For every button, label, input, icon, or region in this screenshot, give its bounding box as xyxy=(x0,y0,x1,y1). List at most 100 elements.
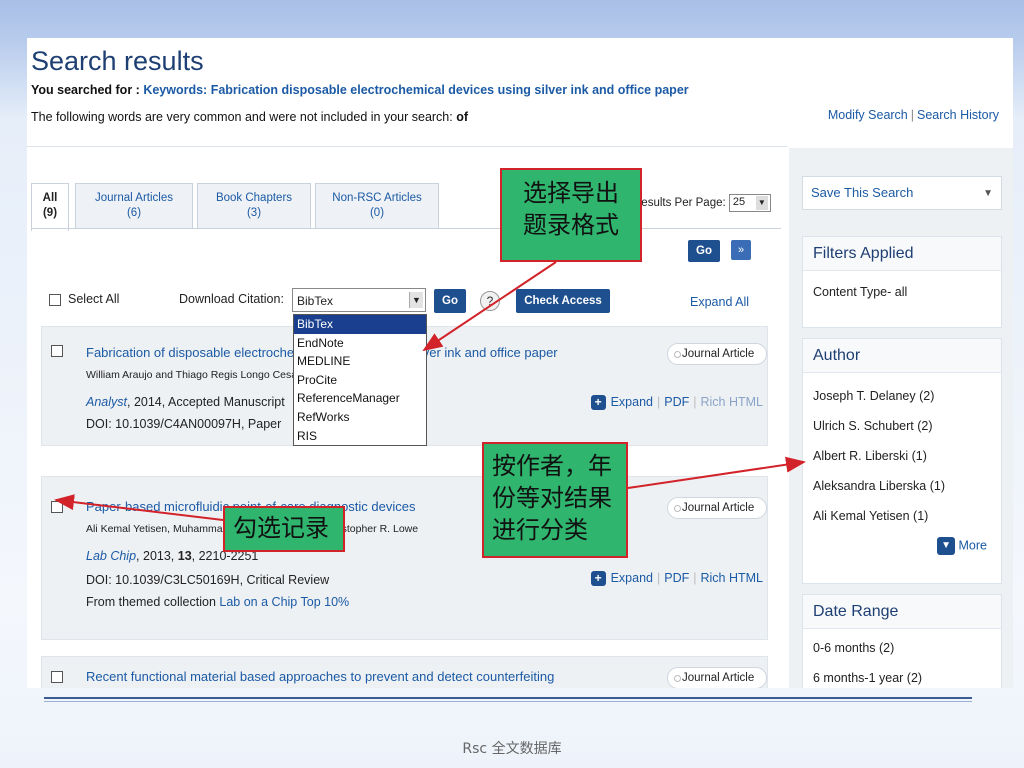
tab-all-count: (9) xyxy=(42,207,58,219)
tab-all[interactable]: All (9) xyxy=(31,183,69,231)
results-per-page: Results Per Page: 25 ▼ xyxy=(633,194,771,212)
author-filter-item[interactable]: Ulrich S. Schubert (2) xyxy=(803,411,1001,441)
citation-option-ris[interactable]: RIS xyxy=(294,427,426,446)
citation-option-medline[interactable]: MEDLINE xyxy=(294,352,426,371)
save-search-dropdown[interactable]: Save This Search ▼ xyxy=(802,176,1002,210)
select-all-checkbox[interactable] xyxy=(49,294,61,306)
result-checkbox[interactable] xyxy=(51,345,63,357)
check-access-button[interactable]: Check Access xyxy=(516,289,610,313)
result-actions: + Expand | PDF | Rich HTML xyxy=(590,571,763,587)
expand-link[interactable]: Expand xyxy=(611,395,653,409)
collection-link[interactable]: Lab on a Chip Top 10% xyxy=(219,595,349,609)
result-item: Paper-based microfluidic point-of-care d… xyxy=(41,476,768,640)
author-filter-item[interactable]: Albert R. Liberski (1) xyxy=(803,441,1001,471)
search-links: Modify Search | Search History xyxy=(828,108,999,122)
annotation-citation-format: 选择导出 题录格式 xyxy=(500,168,642,262)
action-separator: | xyxy=(693,395,697,409)
author-panel-title: Author xyxy=(803,339,1001,373)
citation-option-bibtex[interactable]: BibTex xyxy=(294,315,426,334)
annotation-citation-format-line: 题录格式 xyxy=(523,211,619,239)
annotation-citation-format-line: 选择导出 xyxy=(523,179,619,207)
result-year: , 2014, Accepted Manuscript xyxy=(127,395,285,409)
results-per-page-select[interactable]: 25 ▼ xyxy=(728,194,771,212)
annotation-sort-line: 份等对结果 xyxy=(492,484,612,512)
result-type-badge: Journal Article xyxy=(667,343,767,365)
result-collection: From themed collection Lab on a Chip Top… xyxy=(86,595,349,609)
result-checkbox[interactable] xyxy=(51,671,63,683)
searched-keywords: Keywords: Fabrication disposable electro… xyxy=(143,83,689,97)
citation-option-referencemanager[interactable]: ReferenceManager xyxy=(294,389,426,408)
tab-book-chapters-count: (3) xyxy=(246,207,262,219)
author-filter-item[interactable]: Joseph T. Delaney (2) xyxy=(803,381,1001,411)
help-icon[interactable]: ? xyxy=(480,291,500,311)
action-separator: | xyxy=(656,571,661,585)
date-filter-item[interactable]: 0-6 months (2) xyxy=(803,633,1001,663)
citation-option-endnote[interactable]: EndNote xyxy=(294,334,426,353)
expand-icon[interactable]: + xyxy=(590,571,606,587)
omitted-words-line: The following words are very common and … xyxy=(31,110,468,124)
rich-html-link[interactable]: Rich HTML xyxy=(700,571,763,585)
citation-option-refworks[interactable]: RefWorks xyxy=(294,408,426,427)
author-filter-item[interactable]: Aleksandra Liberska (1) xyxy=(803,471,1001,501)
tab-non-rsc-articles-label: Non-RSC Articles xyxy=(332,192,422,204)
tab-journal-articles-label: Journal Articles xyxy=(95,192,173,204)
tab-non-rsc-articles[interactable]: Non-RSC Articles (0) xyxy=(315,183,439,229)
result-citation: Analyst, 2014, Accepted Manuscript xyxy=(86,395,285,409)
tab-journal-articles[interactable]: Journal Articles (6) xyxy=(75,183,193,229)
rich-html-link[interactable]: Rich HTML xyxy=(700,395,763,409)
link-separator: | xyxy=(910,108,915,122)
chevron-down-icon[interactable]: ▼ xyxy=(937,537,956,555)
result-actions: + Expand | PDF | Rich HTML xyxy=(590,395,763,411)
result-doi: DOI: 10.1039/C4AN00097H, Paper xyxy=(86,417,282,431)
search-history-link[interactable]: Search History xyxy=(917,108,999,122)
omitted-word: of xyxy=(456,110,469,124)
result-checkbox[interactable] xyxy=(51,501,63,513)
omitted-text: The following words are very common and … xyxy=(31,110,453,124)
filter-content-type: Content Type- all xyxy=(813,285,908,299)
chevron-down-icon: ▼ xyxy=(409,292,423,308)
searched-for-line: You searched for : Keywords: Fabrication… xyxy=(31,83,689,97)
tab-book-chapters[interactable]: Book Chapters (3) xyxy=(197,183,311,229)
pdf-link[interactable]: PDF xyxy=(664,395,689,409)
action-separator: | xyxy=(656,395,661,409)
page-title: Search results xyxy=(31,46,204,76)
pager-go-button[interactable]: Go xyxy=(688,240,720,262)
result-type-badge: Journal Article xyxy=(667,497,767,519)
result-type-badge: Journal Article xyxy=(667,667,767,688)
annotation-sort-results: 按作者，年 份等对结果 进行分类 xyxy=(482,442,628,558)
expand-icon[interactable]: + xyxy=(590,395,606,411)
annotation-sort-line: 按作者，年 xyxy=(492,452,612,480)
tab-book-chapters-label: Book Chapters xyxy=(215,192,293,204)
citation-option-procite[interactable]: ProCite xyxy=(294,371,426,390)
citation-format-select[interactable]: BibTex ▼ xyxy=(292,288,426,312)
citation-format-value: BibTex xyxy=(297,294,334,308)
expand-link[interactable]: Expand xyxy=(611,571,653,585)
result-title-link[interactable]: Recent functional material based approac… xyxy=(86,669,554,684)
result-journal-link[interactable]: Lab Chip xyxy=(86,549,136,563)
date-filter-item[interactable]: 6 months-1 year (2) xyxy=(803,663,1001,688)
citation-go-button[interactable]: Go xyxy=(434,289,466,313)
result-item: Recent functional material based approac… xyxy=(41,656,768,688)
filter-sidebar: Save This Search ▼ Filters Applied Conte… xyxy=(789,148,1013,688)
author-more-label[interactable]: More xyxy=(959,538,987,552)
download-citation-label: Download Citation: xyxy=(179,292,284,306)
pdf-link[interactable]: PDF xyxy=(664,571,689,585)
tab-non-rsc-articles-count: (0) xyxy=(369,207,385,219)
author-panel: Author Joseph T. Delaney (2) Ulrich S. S… xyxy=(802,338,1002,584)
result-journal-link[interactable]: Analyst xyxy=(86,395,127,409)
date-range-title: Date Range xyxy=(803,595,1001,629)
slide-footer: Rsc 全文数据库 xyxy=(462,741,562,757)
collection-prefix: From themed collection xyxy=(86,595,216,609)
result-volume: 13 xyxy=(177,549,192,563)
header-divider xyxy=(27,146,787,147)
modify-search-link[interactable]: Modify Search xyxy=(828,108,908,122)
author-filter-item[interactable]: Ali Kemal Yetisen (1) xyxy=(803,501,1001,531)
save-search-label: Save This Search xyxy=(811,185,914,200)
results-per-page-label: Results Per Page: xyxy=(633,197,726,210)
author-more[interactable]: ▼ More xyxy=(803,531,1001,565)
filters-applied-title: Filters Applied xyxy=(803,237,1001,271)
expand-all-link[interactable]: Expand All xyxy=(690,295,749,309)
pager-next-button[interactable]: » xyxy=(731,240,751,260)
date-range-panel: Date Range 0-6 months (2) 6 months-1 yea… xyxy=(802,594,1002,688)
tab-all-label: All xyxy=(42,192,58,204)
